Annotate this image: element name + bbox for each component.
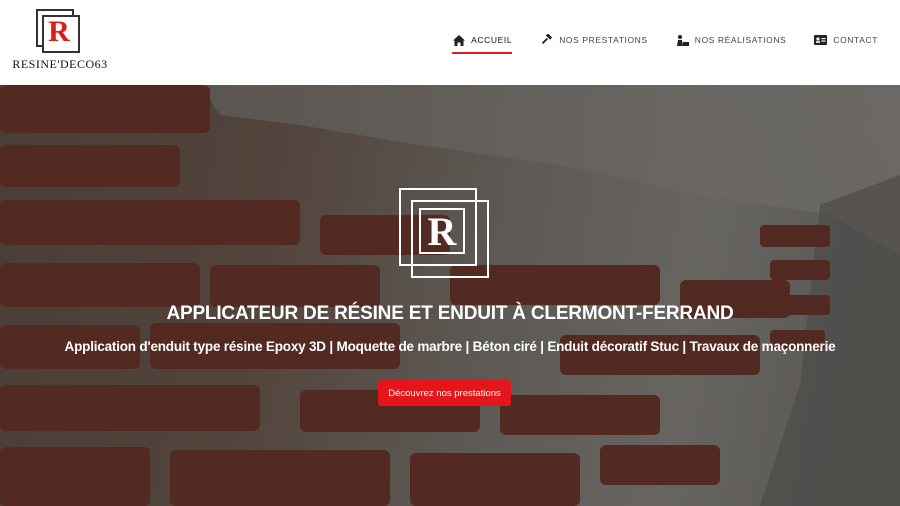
nav-item-contact[interactable]: CONTACT <box>814 30 878 50</box>
site-logo[interactable]: R RESINE'DECO63 <box>10 7 110 73</box>
nav-label: ACCUEIL <box>471 35 513 45</box>
hero-title: APPLICATEUR DE RÉSINE ET ENDUIT À CLERMO… <box>166 303 734 324</box>
hero-banner: R APPLICATEUR DE RÉSINE ET ENDUIT À CLER… <box>0 85 900 506</box>
hero-logo: R <box>399 188 489 278</box>
id-card-icon <box>814 34 828 46</box>
logo-mark: R <box>36 9 80 53</box>
hero-subtitle: Application d'enduit type résine Epoxy 3… <box>64 339 836 354</box>
nav-item-accueil[interactable]: ACCUEIL <box>452 30 513 54</box>
brand-name: RESINE'DECO63 <box>12 57 108 71</box>
site-header: R RESINE'DECO63 ACCUEIL NOS PRESTATIONS … <box>0 0 900 85</box>
nav-label: CONTACT <box>833 35 878 45</box>
logo-letter: R <box>44 17 74 47</box>
nav-item-prestations[interactable]: NOS PRESTATIONS <box>540 30 648 50</box>
main-nav: ACCUEIL NOS PRESTATIONS NOS RÉALISATIONS… <box>452 30 878 54</box>
hero-overlay <box>0 85 900 506</box>
home-icon <box>452 34 465 46</box>
hammer-icon <box>540 34 553 46</box>
hero-logo-letter: R <box>419 208 465 254</box>
worker-icon <box>676 34 689 46</box>
nav-item-realisations[interactable]: NOS RÉALISATIONS <box>676 30 787 50</box>
nav-label: NOS RÉALISATIONS <box>694 35 787 45</box>
nav-label: NOS PRESTATIONS <box>559 35 648 45</box>
discover-services-button[interactable]: Découvrez nos prestations <box>378 380 511 406</box>
